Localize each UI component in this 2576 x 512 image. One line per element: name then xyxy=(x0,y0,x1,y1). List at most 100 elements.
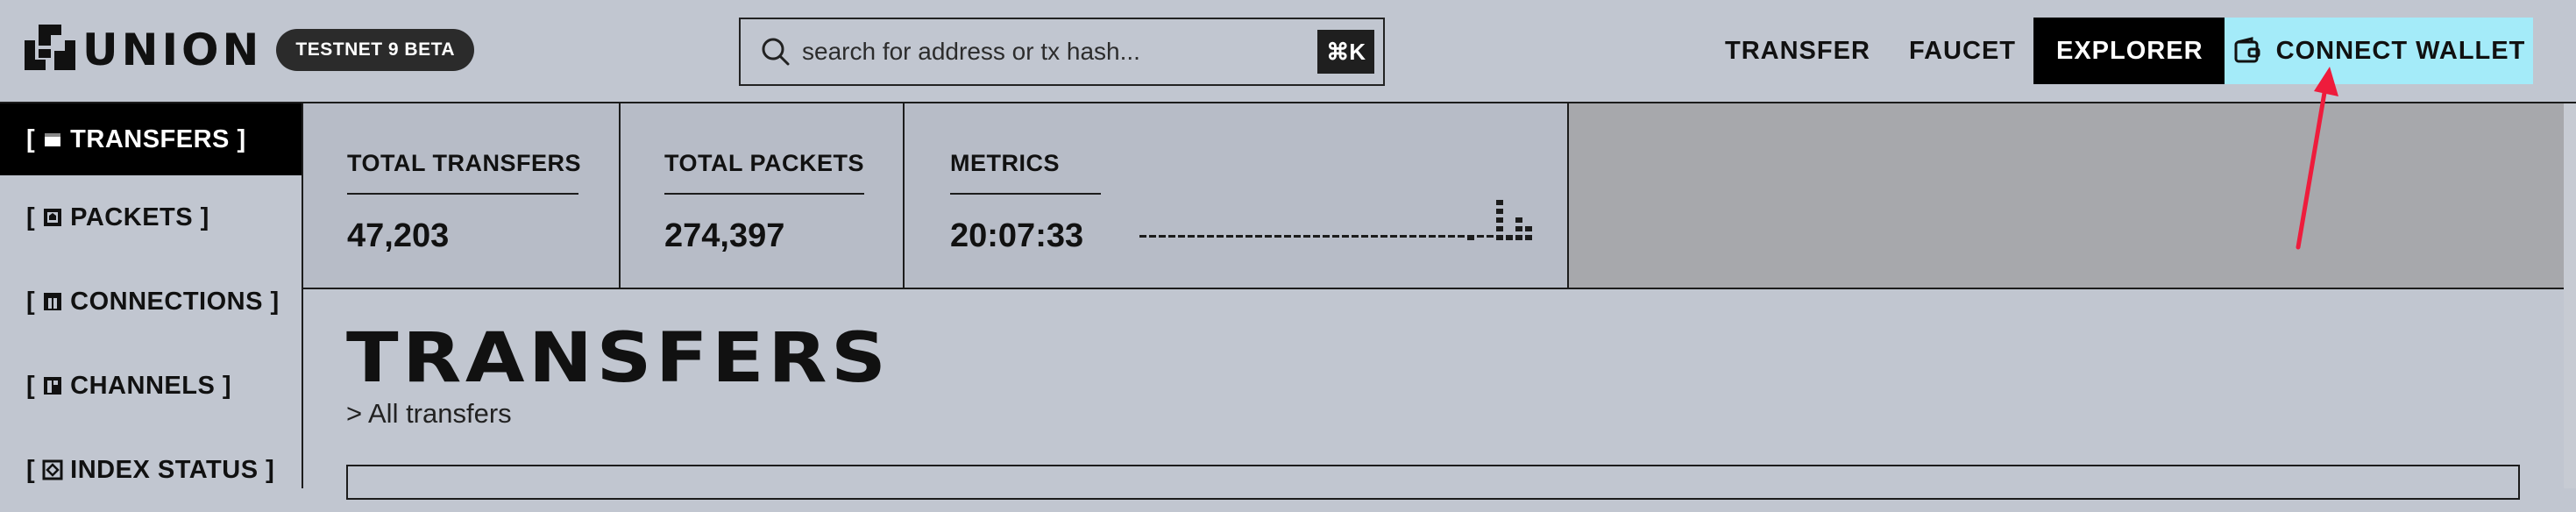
sidebar-item-label: PACKETS xyxy=(70,203,194,231)
sparkline-block xyxy=(1467,235,1474,240)
sparkline-block xyxy=(1294,235,1301,238)
divider xyxy=(950,193,1101,195)
sidebar-item-packets[interactable]: [ PACKETS ] xyxy=(0,175,302,260)
stat-label: METRICS xyxy=(950,150,1060,176)
sparkline-block xyxy=(1168,235,1175,238)
connections-icon xyxy=(44,293,62,310)
sparkline-block xyxy=(1217,235,1224,238)
transfers-table xyxy=(346,465,2520,500)
stat-value: 47,203 xyxy=(347,217,450,254)
sparkline-block xyxy=(1496,235,1503,240)
stats-panel: TOTAL TRANSFERS 47,203 TOTAL PACKETS 274… xyxy=(303,103,2564,289)
sparkline-block xyxy=(1342,235,1349,238)
bracket-open: [ xyxy=(26,455,36,484)
sidebar-item-index-status[interactable]: [ INDEX STATUS ] xyxy=(0,428,302,512)
stat-value: 274,397 xyxy=(664,217,785,254)
annotation-arrow xyxy=(2296,67,2338,250)
top-navigation-bar: UNION TESTNET 9 BETA ⌘K TRANSFER FAUCET … xyxy=(0,0,2576,103)
divider xyxy=(664,193,864,195)
sparkline-block xyxy=(1352,235,1359,238)
packets-icon xyxy=(44,209,62,226)
nav-transfer-link[interactable]: TRANSFER xyxy=(1725,18,1870,84)
sidebar-item-label: TRANSFERS xyxy=(70,124,230,153)
sparkline-block xyxy=(1159,235,1166,238)
sparkline-block xyxy=(1303,235,1310,238)
sparkline-block xyxy=(1409,235,1416,238)
channels-icon xyxy=(44,377,62,395)
sparkline-block xyxy=(1265,235,1272,238)
sparkline-block xyxy=(1284,235,1291,238)
sidebar-item-label: INDEX STATUS xyxy=(70,455,259,484)
metrics-sparkline xyxy=(1139,200,1532,240)
sparkline-block xyxy=(1178,235,1185,238)
bracket-open: [ xyxy=(26,371,36,400)
sidebar-item-label: CHANNELS xyxy=(70,371,216,400)
sparkline-block xyxy=(1361,235,1368,238)
sparkline-block xyxy=(1226,235,1233,238)
sparkline-block xyxy=(1149,235,1156,238)
sidebar-item-connections[interactable]: [ CONNECTIONS ] xyxy=(0,260,302,344)
sparkline-block xyxy=(1390,235,1397,238)
bracket-close: ] xyxy=(258,455,275,484)
sparkline-block xyxy=(1371,235,1378,238)
sparkline-block xyxy=(1245,235,1253,238)
sparkline-block xyxy=(1419,235,1426,238)
sparkline-block xyxy=(1496,209,1503,214)
transfers-icon xyxy=(45,133,61,146)
breadcrumb[interactable]: > All transfers xyxy=(346,398,512,430)
sidebar-item-channels[interactable]: [ CHANNELS ] xyxy=(0,344,302,428)
search-shortcut-badge: ⌘K xyxy=(1317,30,1374,74)
sparkline-block xyxy=(1506,235,1513,240)
sparkline-block xyxy=(1139,235,1146,238)
union-logo-icon xyxy=(25,25,75,70)
search-box[interactable]: ⌘K xyxy=(739,18,1385,86)
bracket-close: ] xyxy=(229,124,246,153)
scrollbar-track[interactable] xyxy=(2564,103,2576,488)
stat-value: 20:07:33 xyxy=(950,217,1084,254)
sparkline-block xyxy=(1380,235,1387,238)
sparkline-block xyxy=(1313,235,1320,238)
sparkline-block xyxy=(1496,200,1503,205)
sparkline-block xyxy=(1236,235,1243,238)
bracket-close: ] xyxy=(262,287,280,316)
search-icon xyxy=(762,38,790,66)
sparkline-block xyxy=(1332,235,1339,238)
testnet-badge: TESTNET 9 BETA xyxy=(276,29,475,71)
sparkline-block xyxy=(1525,226,1532,231)
nav-explorer-link[interactable]: EXPLORER xyxy=(2033,18,2226,84)
sparkline-block xyxy=(1496,217,1503,223)
page-title: TRANSFERS xyxy=(346,319,891,398)
sparkline-block xyxy=(1400,235,1407,238)
sidebar-item-label: CONNECTIONS xyxy=(70,287,263,316)
stat-label: TOTAL TRANSFERS xyxy=(347,150,582,176)
sparkline-block xyxy=(1487,235,1494,238)
sparkline-block xyxy=(1438,235,1445,238)
sidebar: [ TRANSFERS ] [ PACKETS ] [ CONNECTIONS … xyxy=(0,103,303,488)
brand-name: UNION xyxy=(82,25,263,75)
sparkline-block xyxy=(1525,235,1532,240)
sparkline-block xyxy=(1255,235,1262,238)
sparkline-block xyxy=(1188,235,1195,238)
sparkline-block xyxy=(1458,235,1465,238)
stat-metrics: METRICS 20:07:33 xyxy=(905,103,1569,288)
logo[interactable]: UNION TESTNET 9 BETA xyxy=(21,19,475,81)
sparkline-block xyxy=(1429,235,1436,238)
bracket-close: ] xyxy=(215,371,232,400)
sparkline-block xyxy=(1323,235,1330,238)
stat-total-packets: TOTAL PACKETS 274,397 xyxy=(621,103,905,288)
sparkline-block xyxy=(1477,235,1484,238)
sparkline-block xyxy=(1274,235,1281,238)
nav-faucet-link[interactable]: FAUCET xyxy=(1909,18,2016,84)
sparkline-block xyxy=(1207,235,1214,238)
bracket-open: [ xyxy=(26,287,36,316)
bracket-open: [ xyxy=(26,203,36,231)
divider xyxy=(347,193,578,195)
search-input[interactable] xyxy=(800,25,1318,79)
sidebar-item-transfers[interactable]: [ TRANSFERS ] xyxy=(0,103,302,175)
sparkline-block xyxy=(1448,235,1455,238)
stat-label: TOTAL PACKETS xyxy=(664,150,865,176)
index-status-icon xyxy=(42,459,63,480)
sparkline-block xyxy=(1197,235,1204,238)
stat-total-transfers: TOTAL TRANSFERS 47,203 xyxy=(303,103,621,288)
sparkline-block xyxy=(1515,226,1522,231)
